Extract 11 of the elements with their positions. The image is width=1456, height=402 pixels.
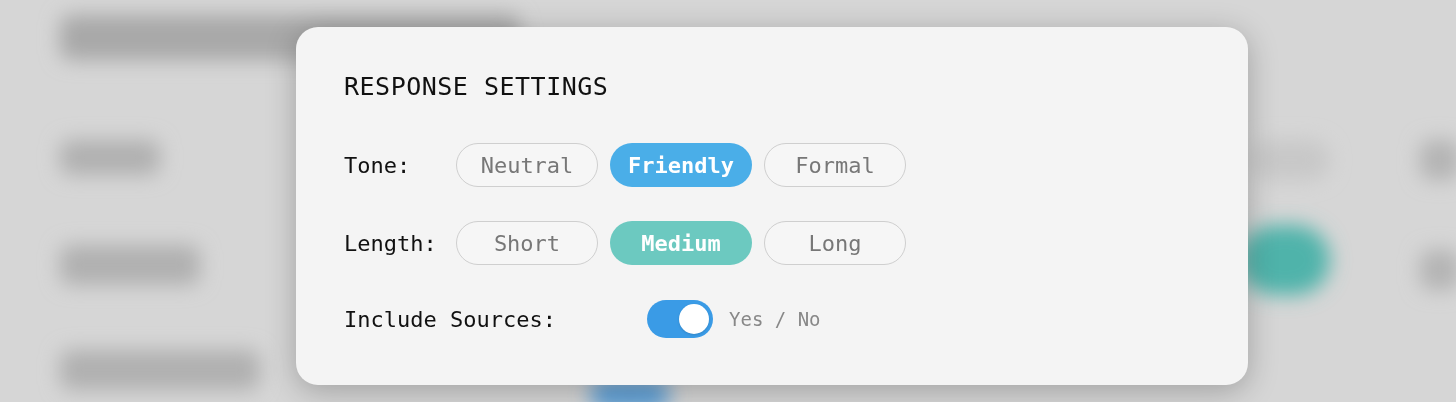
option-pill[interactable]: Formal — [764, 143, 906, 187]
option-pill[interactable]: Friendly — [610, 143, 752, 187]
toggle-hint: Yes / No — [729, 306, 821, 332]
setting-label: Tone: — [344, 151, 412, 180]
setting-label: Length: — [344, 229, 438, 258]
option-pill[interactable]: Short — [456, 221, 598, 265]
option-pill[interactable]: Long — [764, 221, 906, 265]
card-title: RESPONSE SETTINGS — [344, 71, 609, 103]
toggle-switch[interactable] — [647, 300, 713, 338]
option-pill[interactable]: Neutral — [456, 143, 598, 187]
setting-label: Include Sources: — [344, 305, 557, 334]
